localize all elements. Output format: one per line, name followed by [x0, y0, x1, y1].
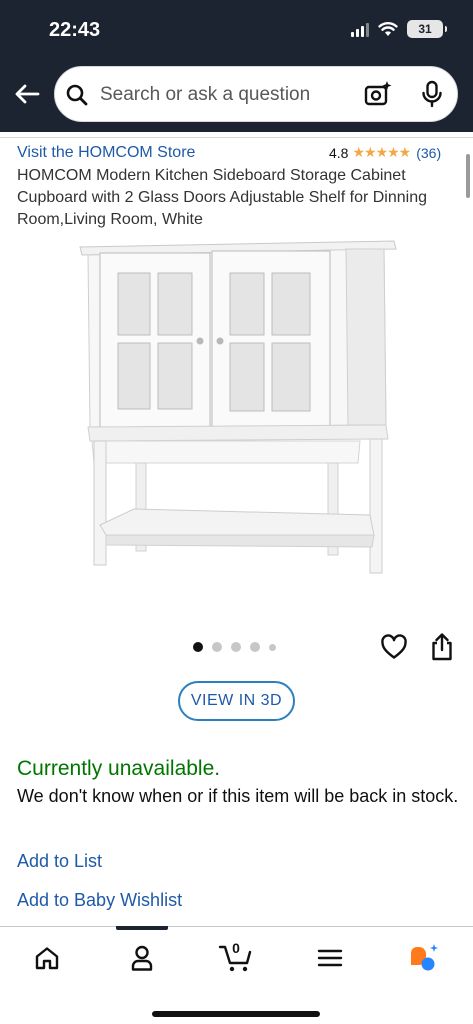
home-icon [35, 947, 59, 970]
back-button[interactable] [12, 80, 42, 108]
back-arrow-icon [15, 84, 40, 104]
rufus-icon [411, 944, 438, 971]
rating-count[interactable]: (36) [416, 145, 441, 161]
heart-icon [381, 634, 407, 659]
search-bar[interactable] [54, 66, 458, 122]
bottom-navigation: 0 [0, 926, 473, 1024]
star-rating-icon: ★★★★★ [352, 144, 411, 160]
account-icon [131, 945, 153, 971]
nav-cart[interactable]: 0 [216, 940, 256, 973]
nav-account[interactable] [122, 943, 162, 973]
battery-indicator: 31 [407, 20, 447, 38]
nav-rufus[interactable] [404, 943, 444, 973]
product-image[interactable] [74, 235, 402, 592]
carousel-dot[interactable] [269, 643, 276, 651]
home-indicator [152, 1011, 320, 1017]
add-to-list-link[interactable]: Add to List [17, 851, 102, 872]
camera-sparkle-icon [364, 81, 392, 106]
divider [0, 137, 473, 138]
image-carousel-dots[interactable] [193, 642, 276, 652]
carousel-dot[interactable] [250, 642, 260, 652]
active-tab-indicator [116, 926, 168, 930]
product-title: HOMCOM Modern Kitchen Sideboard Storage … [17, 167, 427, 228]
status-icons: 31 [351, 20, 447, 38]
search-icon [66, 84, 88, 106]
carousel-dot[interactable] [193, 642, 203, 652]
share-button[interactable] [429, 632, 455, 667]
carousel-dot[interactable] [231, 642, 241, 652]
nav-menu[interactable] [310, 943, 350, 973]
add-to-baby-wishlist-link[interactable]: Add to Baby Wishlist [17, 890, 182, 911]
wishlist-heart-button[interactable] [380, 634, 408, 665]
top-bar: 22:43 31 [0, 0, 473, 132]
cabinet-illustration [79, 240, 397, 574]
view-in-3d-button[interactable]: VIEW IN 3D [178, 681, 295, 721]
share-icon [432, 633, 452, 661]
availability-status: Currently unavailable. [17, 757, 221, 780]
status-time: 22:43 [49, 19, 101, 41]
nav-home[interactable] [27, 943, 67, 973]
cellular-signal-icon [351, 21, 369, 37]
camera-search-button[interactable] [363, 79, 393, 114]
voice-search-button[interactable] [419, 79, 445, 114]
rating-value: 4.8 [329, 144, 349, 161]
scrollbar[interactable] [466, 154, 470, 198]
menu-icon [317, 949, 343, 967]
store-link[interactable]: Visit the HOMCOM Store [17, 144, 195, 162]
cart-count: 0 [232, 940, 240, 956]
rating-summary[interactable]: 4.8 ★★★★★ (36) [329, 144, 441, 161]
carousel-dot[interactable] [212, 642, 222, 652]
availability-message: We don't know when or if this item will … [17, 786, 459, 806]
search-input[interactable] [100, 81, 330, 109]
wifi-icon [378, 22, 398, 36]
microphone-icon [422, 80, 442, 108]
